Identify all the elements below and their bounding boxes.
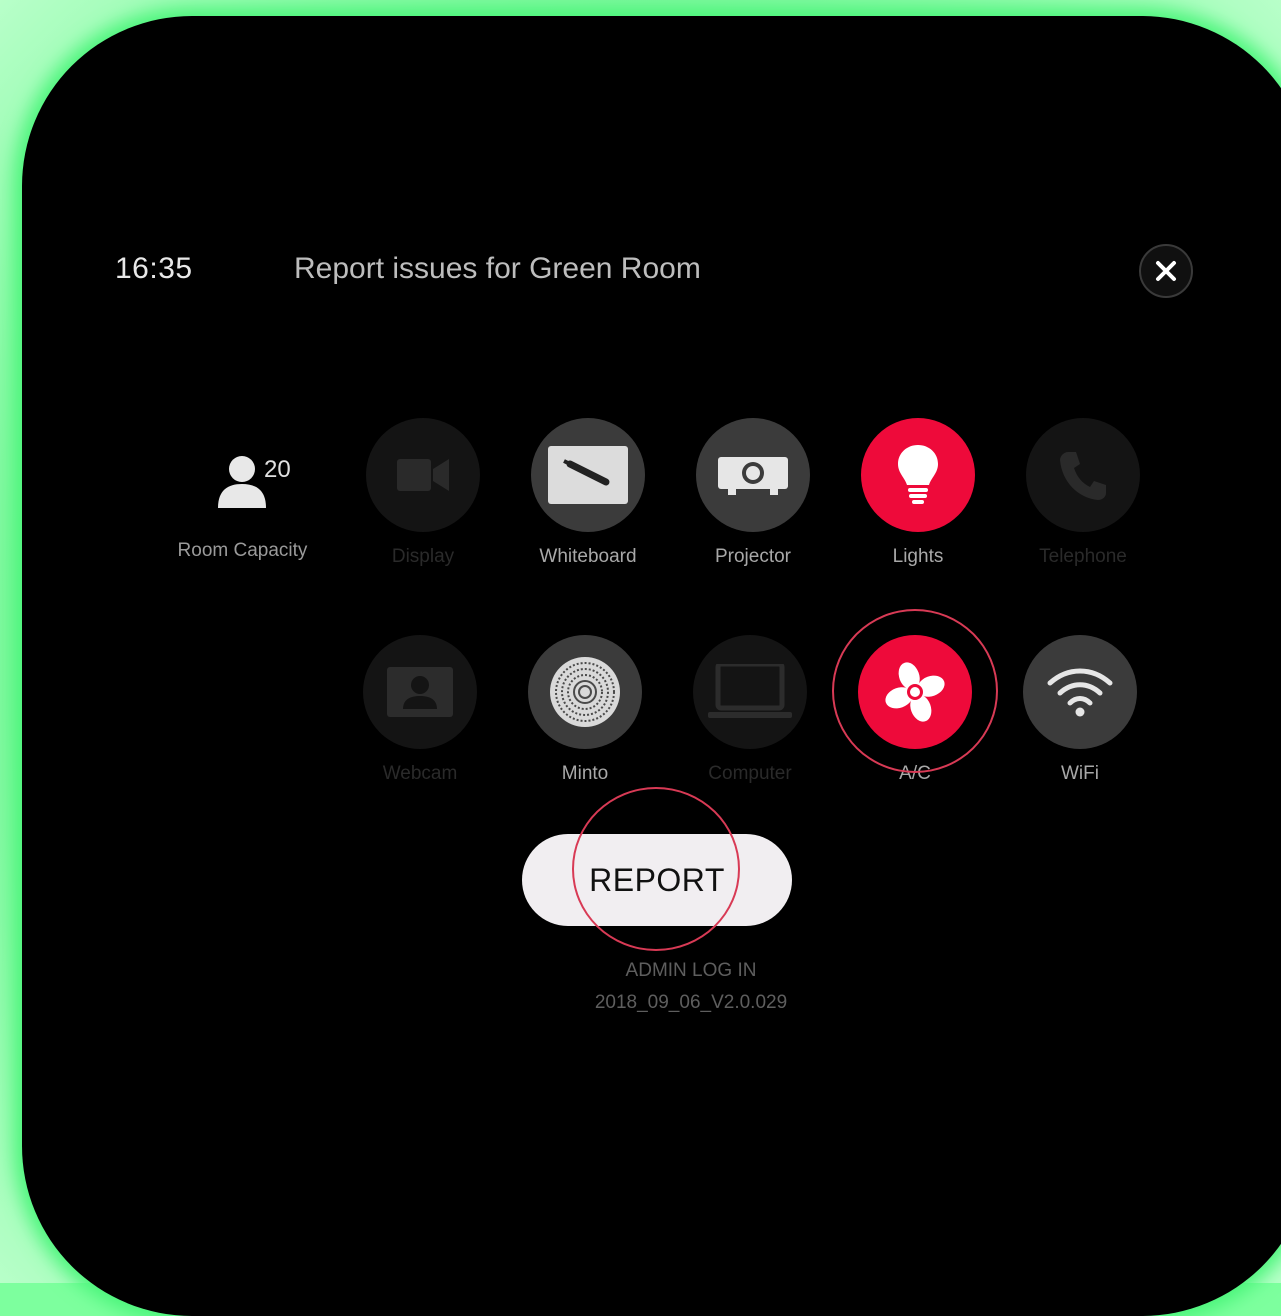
item-lights-circle [861,418,975,532]
item-display-label: Display [391,546,455,567]
item-whiteboard-circle [531,418,645,532]
report-button[interactable]: REPORT [522,834,792,926]
room-capacity: 20 Room Capacity [160,448,325,562]
item-projector-label: Projector [714,546,792,567]
item-wifi[interactable]: WiFi [995,635,1165,785]
person-icon [218,456,266,508]
item-computer-label: Computer [708,763,792,784]
item-display[interactable]: Display [338,418,508,568]
close-icon [1156,261,1176,281]
lightbulb-icon [898,445,938,504]
webcam-icon [387,667,453,717]
whiteboard-icon [548,446,628,504]
item-wifi-circle [1023,635,1137,749]
item-minto-circle [528,635,642,749]
clock: 16:35 [115,252,193,285]
item-ac-label: A/C [899,763,931,784]
admin-login-link[interactable]: ADMIN LOG IN [560,960,822,982]
page-title: Report issues for Green Room [294,252,701,285]
speaker-icon [550,657,620,727]
item-wifi-label: WiFi [1061,763,1099,784]
phone-icon [1060,452,1106,500]
item-computer-circle [693,635,807,749]
item-webcam[interactable]: Webcam [335,635,505,785]
item-ac[interactable]: A/C [830,635,1000,785]
item-display-circle [366,418,480,532]
projector-icon [718,457,788,495]
video-camera-icon [397,459,449,491]
item-ac-circle [858,635,972,749]
item-telephone-circle [1026,418,1140,532]
version-label: 2018_09_06_V2.0.029 [594,992,788,1013]
laptop-icon [708,664,792,718]
item-minto-label: Minto [561,763,609,784]
fan-icon [885,662,945,722]
item-telephone-label: Telephone [1039,546,1127,567]
item-lights[interactable]: Lights [833,418,1003,568]
item-telephone[interactable]: Telephone [998,418,1168,568]
item-lights-label: Lights [892,546,944,567]
wifi-icon [1047,668,1113,717]
item-webcam-label: Webcam [382,763,458,784]
item-webcam-circle [363,635,477,749]
item-whiteboard[interactable]: Whiteboard [503,418,673,568]
capacity-label: Room Capacity [177,540,308,561]
close-button[interactable] [1139,244,1193,298]
item-projector[interactable]: Projector [668,418,838,568]
item-minto[interactable]: Minto [500,635,670,785]
item-whiteboard-label: Whiteboard [539,546,637,567]
item-projector-circle [696,418,810,532]
capacity-count: 20 [264,456,291,483]
item-computer[interactable]: Computer [665,635,835,785]
